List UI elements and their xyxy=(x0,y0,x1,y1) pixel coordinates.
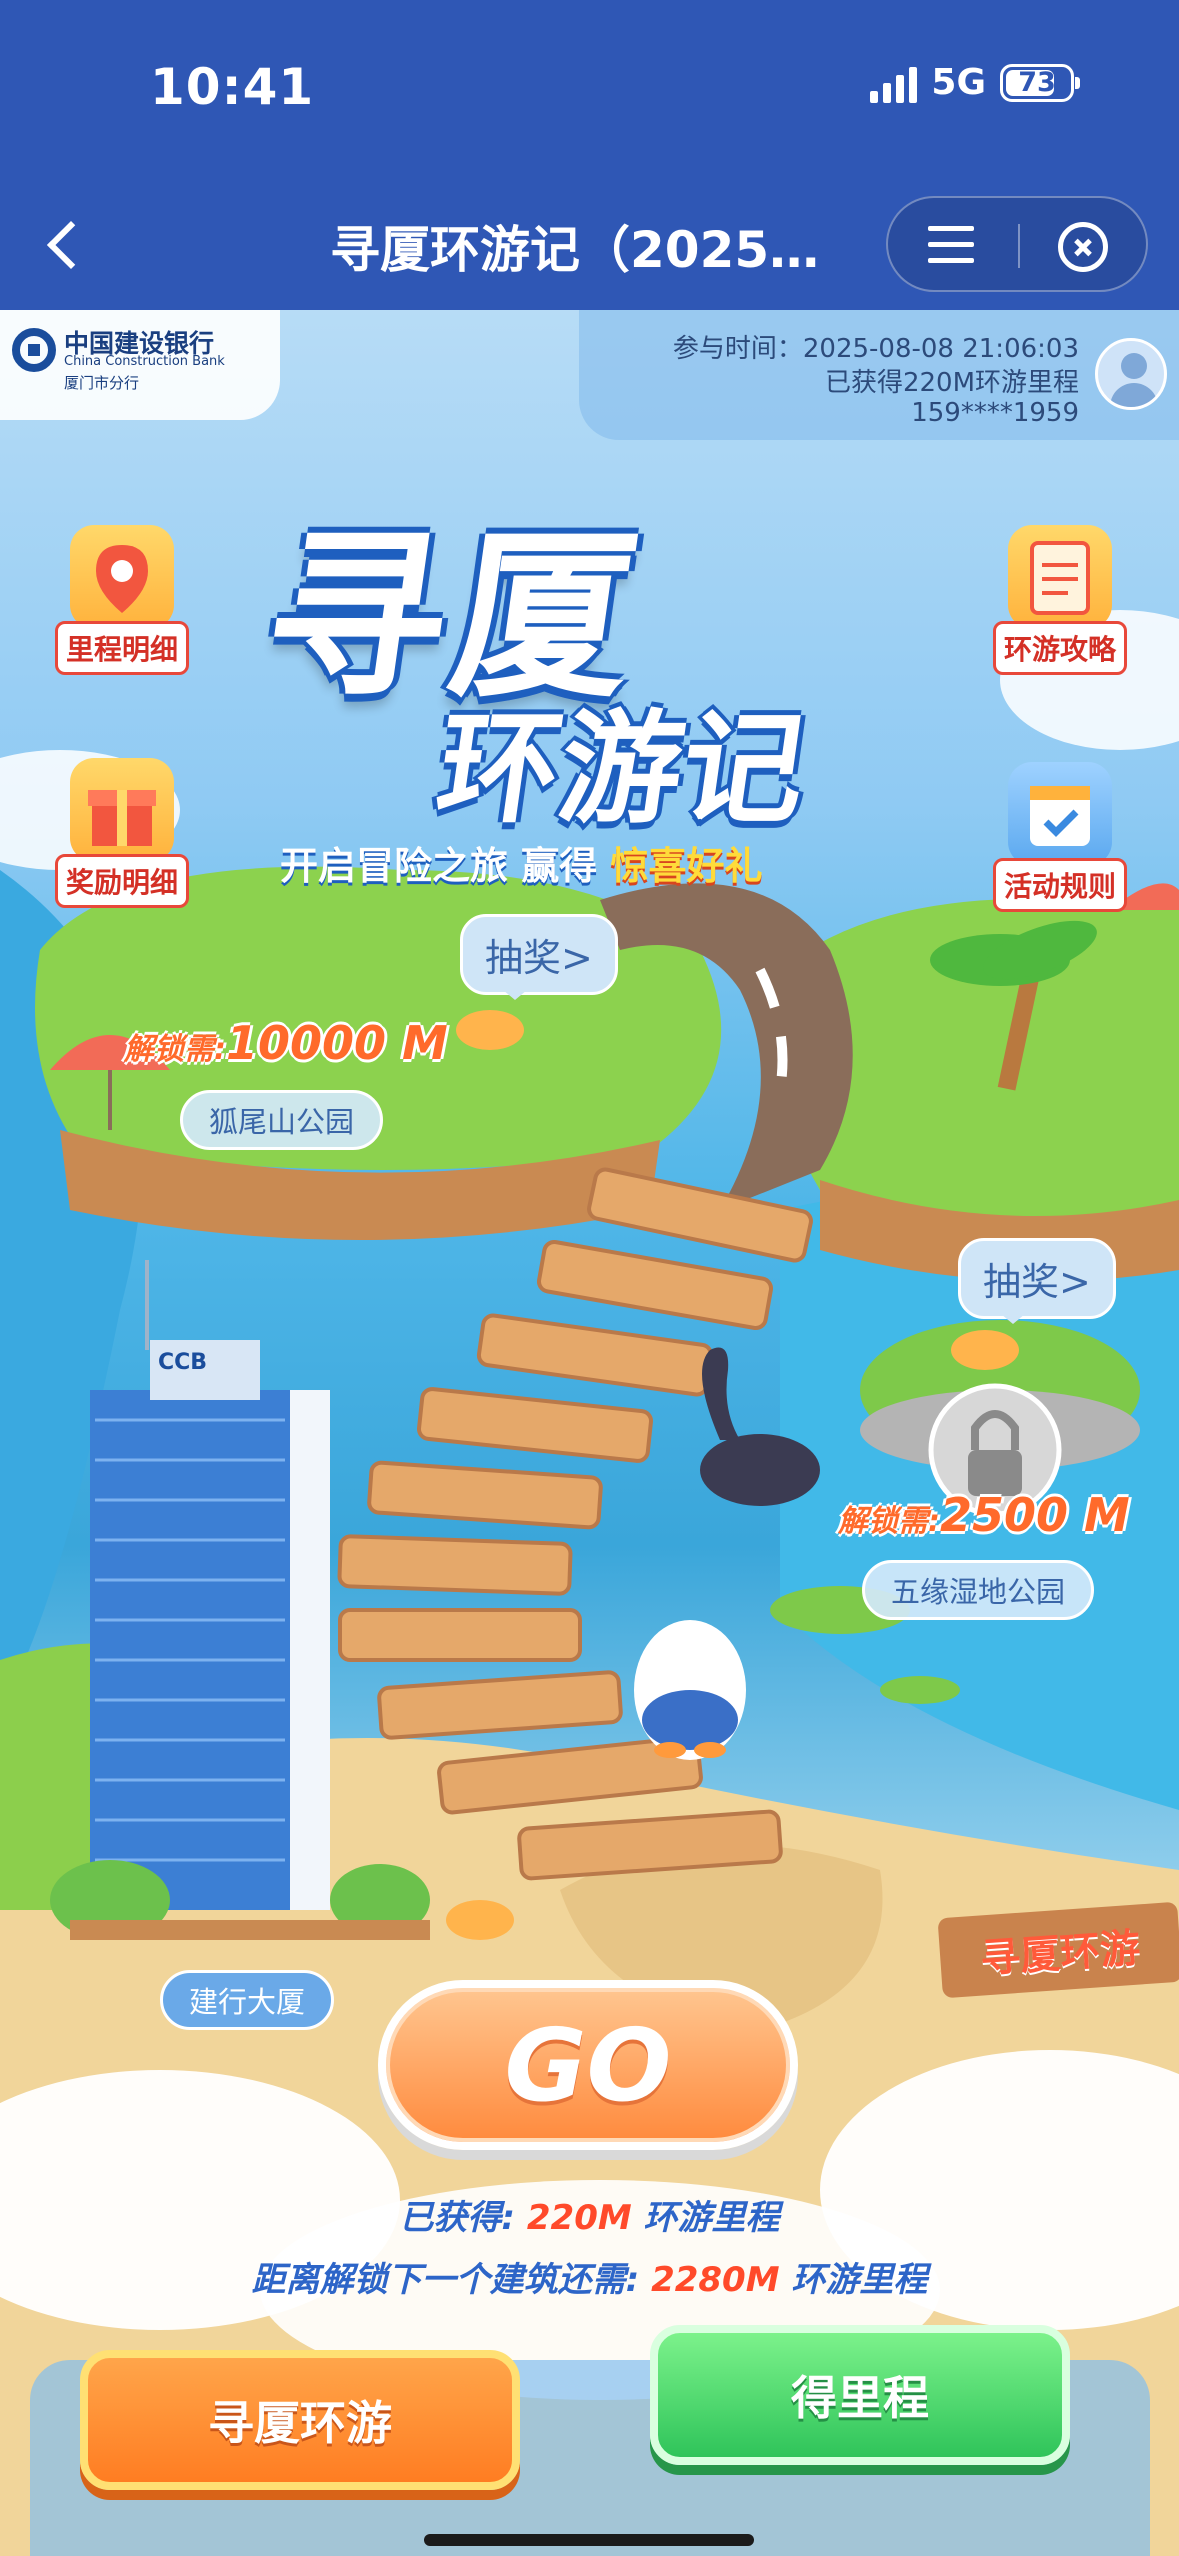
home-indicator xyxy=(424,2534,754,2546)
lottery-button[interactable]: 抽奖> xyxy=(460,914,618,1000)
close-icon[interactable] xyxy=(1058,222,1108,272)
building-sign: CCB xyxy=(158,1350,208,1375)
lottery-button[interactable]: 抽奖> xyxy=(958,1238,1116,1324)
unlock-value: 10000 M xyxy=(226,1016,448,1070)
location-label-wuyuan-wetland[interactable]: 五缘湿地公园 xyxy=(862,1560,1095,1620)
ccb-logo-icon xyxy=(12,328,56,372)
location-label-ccb-tower[interactable]: 建行大厦 xyxy=(160,1970,335,2030)
join-time: 参与时间：2025-08-08 21:06:03 xyxy=(672,334,1079,364)
earn-mileage-button[interactable]: 得里程 xyxy=(650,2325,1070,2465)
location-pin-icon xyxy=(70,525,174,629)
reward-detail-label: 奖励明细 xyxy=(54,854,189,908)
hero-slogan: 开启冒险之旅 赢得 惊喜好礼 xyxy=(280,835,762,890)
clipboard-icon xyxy=(1008,525,1112,629)
unlock-value: 2500 M xyxy=(940,1488,1130,1542)
remaining-summary: 距离解锁下一个建筑还需: 2280M 环游里程 xyxy=(0,2252,1179,2301)
remain-value: 2280M xyxy=(651,2260,780,2300)
unlock-requirement: 解锁需:10000 M xyxy=(124,1016,448,1070)
back-button[interactable] xyxy=(40,210,90,280)
activity-rules-label: 活动规则 xyxy=(992,858,1127,912)
unlock-requirement: 解锁需:2500 M xyxy=(838,1488,1130,1542)
hero-title-line2: 环游记 xyxy=(428,698,815,840)
unlock-prefix: 解锁需: xyxy=(124,1032,226,1067)
remain-prefix: 距离解锁下一个建筑还需: xyxy=(251,2260,640,2300)
gift-icon xyxy=(70,758,174,862)
mileage-detail-button[interactable]: 里程明细 xyxy=(52,525,192,675)
capsule-divider xyxy=(1018,224,1020,268)
unlock-prefix: 解锁需: xyxy=(838,1504,940,1539)
slogan-text: 开启冒险之旅 赢得 xyxy=(280,844,598,888)
menu-icon[interactable] xyxy=(928,226,974,266)
network-type: 5G xyxy=(931,62,986,103)
mileage-detail-label: 里程明细 xyxy=(54,621,189,675)
earned-prefix: 已获得: xyxy=(399,2198,516,2238)
earned-summary: 已获得: 220M 环游里程 xyxy=(0,2190,1179,2239)
remain-suffix: 环游里程 xyxy=(791,2260,928,2300)
tour-button[interactable]: 寻厦环游 xyxy=(80,2350,520,2490)
earned-mileage: 已获得220M环游里程 xyxy=(824,368,1079,398)
go-button[interactable]: GO xyxy=(378,1980,798,2150)
bank-branch: 厦门市分行 xyxy=(64,374,140,392)
user-phone: 159****1959 xyxy=(911,398,1079,428)
bank-logo: 中国建设银行 China Construction Bank 厦门市分行 xyxy=(0,310,280,420)
travel-guide-label: 环游攻略 xyxy=(992,621,1127,675)
top-bar: 10:41 5G 73 寻厦环游记（2025… xyxy=(0,0,1179,310)
status-indicators: 5G 73 xyxy=(870,62,1080,103)
battery-icon: 73 xyxy=(1000,63,1080,102)
bank-name-en: China Construction Bank xyxy=(64,354,225,369)
signal-icon xyxy=(870,63,918,103)
signpost: 寻厦环游 xyxy=(937,1901,1179,1999)
calendar-check-icon xyxy=(1008,762,1112,866)
earned-value: 220M xyxy=(526,2198,632,2238)
status-time: 10:41 xyxy=(150,58,315,116)
mini-program-capsule xyxy=(886,196,1148,292)
travel-guide-button[interactable]: 环游攻略 xyxy=(990,525,1130,675)
reward-detail-button[interactable]: 奖励明细 xyxy=(52,758,192,908)
page-title: 寻厦环游记（2025… xyxy=(330,221,820,279)
location-label-huweishan[interactable]: 狐尾山公园 xyxy=(180,1090,384,1150)
earned-suffix: 环游里程 xyxy=(643,2198,780,2238)
activity-rules-button[interactable]: 活动规则 xyxy=(990,762,1130,912)
user-info-panel: 参与时间：2025-08-08 21:06:03 已获得220M环游里程 159… xyxy=(579,310,1179,440)
battery-level: 73 xyxy=(1018,67,1056,98)
game-scene: 中国建设银行 China Construction Bank 厦门市分行 参与时… xyxy=(0,310,1179,2556)
slogan-highlight: 惊喜好礼 xyxy=(610,844,763,888)
avatar[interactable] xyxy=(1095,338,1167,410)
